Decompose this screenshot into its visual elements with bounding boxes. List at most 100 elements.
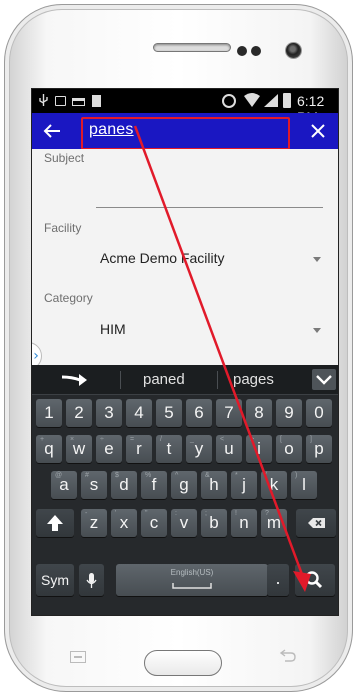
- number-key[interactable]: 6: [186, 399, 212, 427]
- number-key[interactable]: 7: [216, 399, 242, 427]
- divider: [120, 371, 121, 389]
- sym-key[interactable]: Sym: [36, 564, 74, 596]
- chevron-down-icon: [316, 375, 332, 385]
- key-hint: ): [295, 472, 298, 479]
- key-label: t: [166, 439, 172, 458]
- letter-key[interactable]: [o: [276, 435, 302, 463]
- letter-key[interactable]: # s: [81, 471, 107, 499]
- key-label: m: [266, 513, 282, 532]
- key-label: f: [151, 475, 157, 494]
- menu-key-icon[interactable]: [70, 651, 86, 663]
- number-key[interactable]: 2: [66, 399, 92, 427]
- alarm-icon: [222, 94, 236, 108]
- category-label: Category: [44, 291, 93, 305]
- key-label: h: [209, 475, 219, 494]
- backspace-key[interactable]: [296, 509, 336, 537]
- letter-key[interactable]: % f: [141, 471, 167, 499]
- period-key[interactable]: .: [267, 564, 289, 596]
- subject-field[interactable]: [96, 207, 323, 208]
- key-hint: #: [85, 472, 89, 479]
- back-key-icon[interactable]: [279, 649, 297, 663]
- key-hint: ": [145, 510, 148, 517]
- suggestion-1[interactable]: paned: [143, 371, 185, 388]
- request-form: Subject Facility Acme Demo Facility Cate…: [32, 149, 338, 379]
- key-label: x: [119, 513, 129, 532]
- letter-key[interactable]: + q: [36, 435, 62, 463]
- space-language-label: English(US): [170, 568, 214, 577]
- key-hint: =: [130, 436, 135, 443]
- number-key[interactable]: 4: [126, 399, 152, 427]
- signal-icon: [264, 94, 278, 107]
- category-select[interactable]: HIM: [100, 321, 126, 337]
- letter-key[interactable]: < u: [216, 435, 242, 463]
- search-key[interactable]: [295, 564, 335, 596]
- mic-icon: [86, 573, 97, 588]
- sd-card-icon: [92, 95, 101, 107]
- letter-key[interactable]: _ y: [186, 435, 212, 463]
- key-hint: -: [85, 510, 88, 517]
- letter-key[interactable]: -z: [81, 509, 107, 537]
- facility-select[interactable]: Acme Demo Facility: [100, 250, 224, 266]
- letter-key[interactable]: × w: [66, 435, 92, 463]
- key-hint: *: [235, 472, 238, 479]
- letter-key[interactable]: ? m: [261, 509, 287, 537]
- key-label: 6: [194, 403, 204, 422]
- mic-key[interactable]: [79, 564, 104, 596]
- letter-key[interactable]: (k: [261, 471, 287, 499]
- letter-key[interactable]: * j: [231, 471, 257, 499]
- key-hint: (: [265, 472, 268, 479]
- key-hint: &: [205, 472, 210, 479]
- letter-key[interactable]: ) l: [291, 471, 317, 499]
- key-hint: _: [190, 436, 194, 443]
- clear-icon[interactable]: [308, 121, 328, 141]
- letter-key[interactable]: @ a: [51, 471, 77, 499]
- number-key[interactable]: 1: [36, 399, 62, 427]
- key-label: 3: [104, 403, 114, 422]
- letter-key[interactable]: / t: [156, 435, 182, 463]
- space-key[interactable]: English(US): [116, 564, 268, 596]
- letter-key[interactable]: ! n: [231, 509, 257, 537]
- number-key[interactable]: 5: [156, 399, 182, 427]
- key-hint: ': [115, 510, 117, 517]
- number-key[interactable]: 3: [96, 399, 122, 427]
- key-label: s: [89, 475, 99, 494]
- number-key[interactable]: 8: [246, 399, 272, 427]
- letter-key[interactable]: & h: [201, 471, 227, 499]
- chevron-down-icon[interactable]: [313, 257, 321, 262]
- suggestions-toggle[interactable]: [312, 369, 336, 390]
- key-hint: :: [175, 510, 177, 517]
- key-hint: +: [40, 436, 45, 443]
- key-label: k: [269, 475, 279, 494]
- home-button[interactable]: [144, 650, 222, 676]
- key-label: c: [149, 513, 159, 532]
- back-arrow-icon[interactable]: [40, 119, 64, 143]
- letter-key[interactable]: ; b: [201, 509, 227, 537]
- letter-key[interactable]: = r: [126, 435, 152, 463]
- key-hint: !: [235, 510, 237, 517]
- suggestion-2[interactable]: pages: [233, 371, 274, 388]
- number-key[interactable]: 0: [306, 399, 332, 427]
- shift-key[interactable]: [36, 509, 74, 537]
- letter-key[interactable]: ' x: [111, 509, 137, 537]
- key-label: u: [224, 439, 234, 458]
- search-icon: [305, 571, 323, 589]
- front-camera: [285, 42, 302, 59]
- key-label: q: [44, 439, 54, 458]
- letter-key[interactable]: :v: [171, 509, 197, 537]
- search-toolbar: panes: [32, 113, 338, 150]
- screen: 6:12 PM panes Subject Facility Acme Demo…: [31, 88, 339, 616]
- key-hint: [: [280, 436, 282, 443]
- letter-key[interactable]: ÷ e: [96, 435, 122, 463]
- enter-icon[interactable]: [60, 373, 88, 387]
- image-icon: [55, 96, 66, 106]
- wifi-icon: [244, 93, 260, 107]
- letter-key[interactable]: $ d: [111, 471, 137, 499]
- key-label: r: [136, 439, 142, 458]
- number-key[interactable]: 9: [276, 399, 302, 427]
- chevron-down-icon[interactable]: [313, 328, 321, 333]
- letter-key[interactable]: ] p: [306, 435, 332, 463]
- key-label: g: [179, 475, 189, 494]
- letter-key[interactable]: > i: [246, 435, 272, 463]
- letter-key[interactable]: ^ g: [171, 471, 197, 499]
- letter-key[interactable]: " c: [141, 509, 167, 537]
